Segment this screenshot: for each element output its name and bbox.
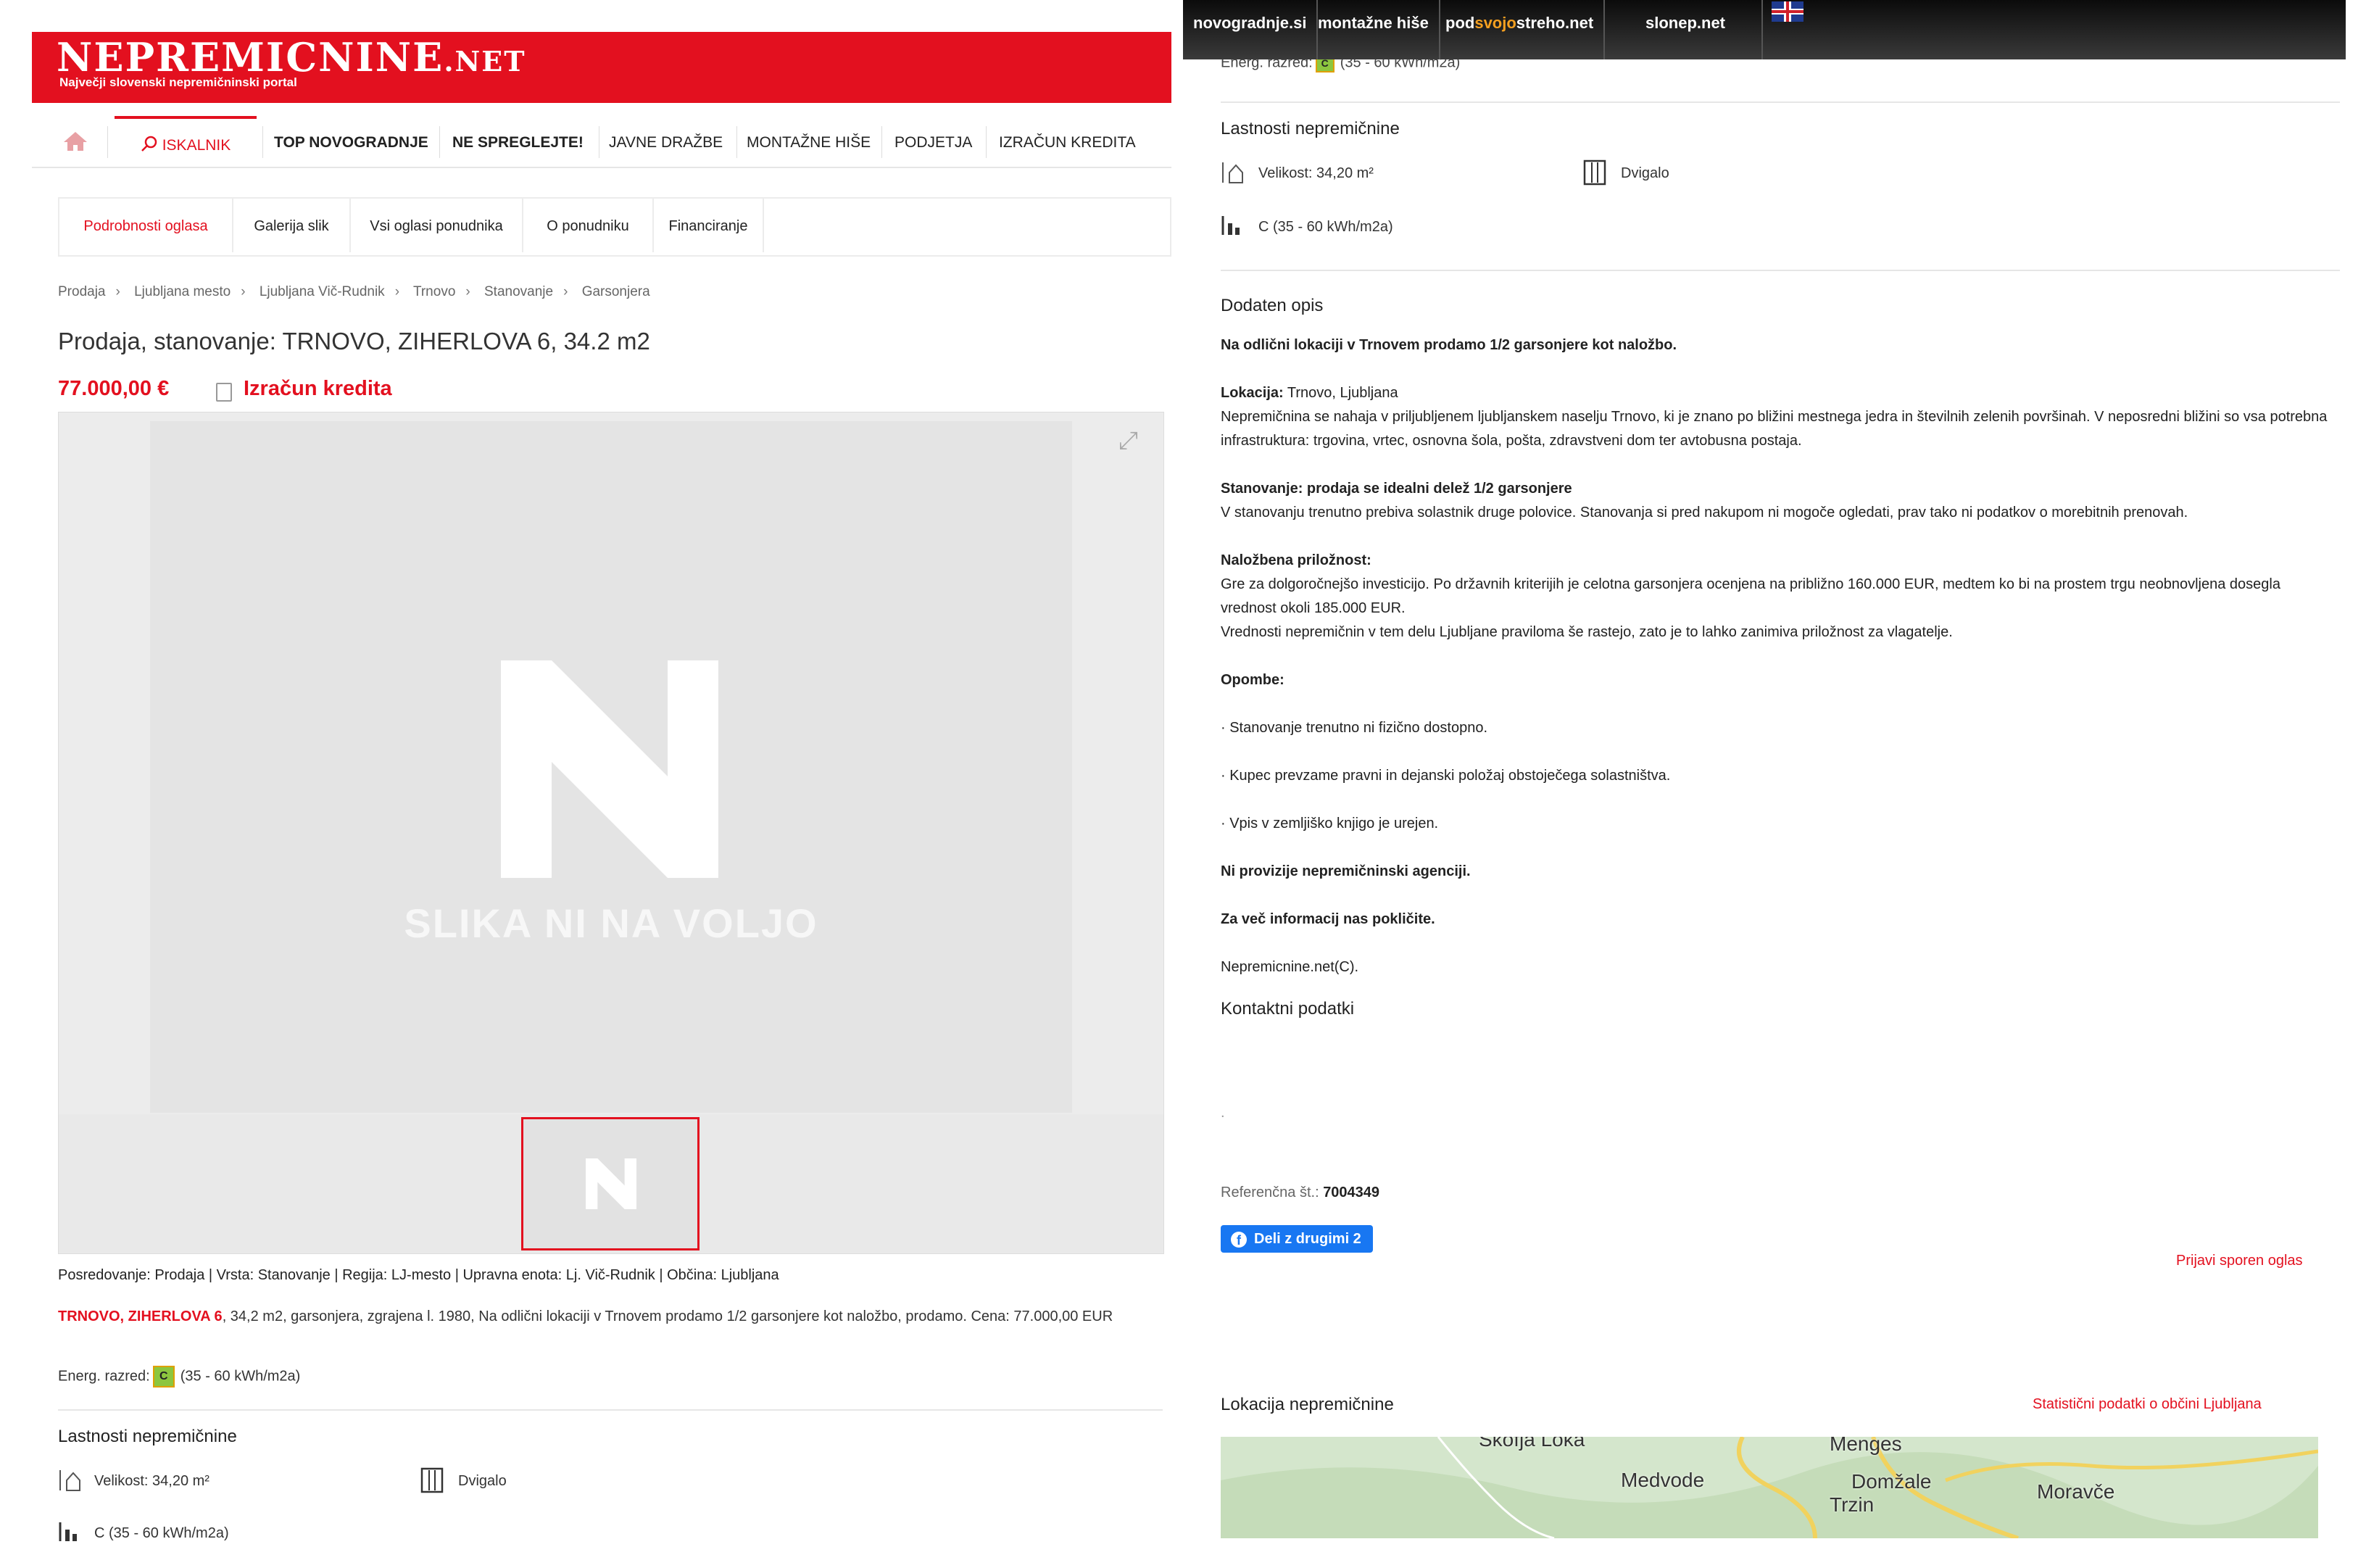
nav-izracun-kredita[interactable]: IZRAČUN KREDITA <box>999 116 1136 165</box>
nav-javne-drazbe[interactable]: JAVNE DRAŽBE <box>609 116 723 165</box>
tab-financiranje[interactable]: Financiranje <box>654 199 764 252</box>
elevator-icon <box>420 1467 444 1493</box>
page-title: Prodaja, stanovanje: TRNOVO, ZIHERLOVA 6… <box>58 328 650 354</box>
area-icon <box>59 1470 80 1491</box>
energy-badge: C <box>152 1366 175 1387</box>
listing-page-right: Energ. razred: C (35 - 60 kWh/m2a) novogra… <box>1183 0 2366 1568</box>
tab-podrobnosti-oglasa[interactable]: Podrobnosti oglasa <box>59 199 233 252</box>
section-title-contact: Kontaktni podatki <box>1221 999 1355 1019</box>
property-elevator: Dvigalo <box>458 1473 507 1489</box>
map-label: Škofja Loka <box>1479 1437 1585 1451</box>
uk-flag-icon[interactable] <box>1772 1 1803 22</box>
tab-vsi-oglasi-ponudnika[interactable]: Vsi oglasi ponudnika <box>351 199 523 252</box>
map-label: Menges <box>1830 1437 1902 1455</box>
area-icon <box>1222 162 1243 183</box>
gallery-thumbnail[interactable] <box>521 1117 700 1250</box>
listing-page-left: NEPREMICNINE.NET Največji slovenski nepr… <box>0 0 1183 1568</box>
nav-podjetja[interactable]: PODJETJA <box>894 116 972 165</box>
listing-summary: Posredovanje: Prodaja | Vrsta: Stanovanj… <box>58 1267 779 1283</box>
listing-price: 77.000,00 € <box>58 377 170 400</box>
photo-gallery: SLIKA NI NA VOLJO ⤢ <box>58 412 1164 1254</box>
breadcrumb-item[interactable]: Stanovanje <box>484 284 553 299</box>
nav-iskalnik[interactable]: ISKALNIK <box>115 116 257 168</box>
breadcrumb-item[interactable]: Trnovo <box>413 284 455 299</box>
link-montazne-hise[interactable]: montažne hiše <box>1308 0 1440 59</box>
section-title-location: Lokacija nepremičnine <box>1221 1395 1394 1414</box>
listing-address[interactable]: TRNOVO, ZIHERLOVA 6 <box>58 1308 223 1324</box>
placeholder-logo-icon <box>586 1158 636 1209</box>
facebook-share-button[interactable]: f Deli z drugimi 2 <box>1221 1225 1373 1253</box>
reference-number: Referenčna št.: 7004349 <box>1221 1185 1380 1200</box>
home-icon[interactable] <box>57 116 94 165</box>
energy-chart-icon <box>1221 216 1240 235</box>
site-tagline: Največji slovenski nepremičninski portal <box>59 75 297 89</box>
nav-ne-spreglejte[interactable]: NE SPREGLEJTE! <box>452 116 584 165</box>
loan-calculator-link[interactable]: Izračun kredita <box>244 377 392 401</box>
section-title-properties: Lastnosti nepremičnine <box>58 1427 237 1446</box>
divider <box>58 1409 1163 1411</box>
divider <box>1221 270 2340 271</box>
property-energy: C (35 - 60 kWh/m2a) <box>94 1525 229 1541</box>
main-photo[interactable]: SLIKA NI NA VOLJO <box>150 421 1072 1113</box>
section-title-properties: Lastnosti nepremičnine <box>1221 119 1400 138</box>
property-energy: C (35 - 60 kWh/m2a) <box>1258 219 1393 235</box>
map-label: Moravče <box>2037 1480 2115 1503</box>
map-label: Domžale <box>1851 1470 1932 1493</box>
link-slonep[interactable]: slonep.net <box>1621 0 1764 59</box>
elevator-icon <box>1583 159 1606 186</box>
report-listing-link[interactable]: Prijavi sporen oglas <box>2176 1253 2303 1269</box>
partner-links-bar: novogradnje.si montažne hiše podsvojostr… <box>1183 0 2346 59</box>
map-label: Trzin <box>1830 1493 1875 1516</box>
expand-icon[interactable]: ⤢ <box>1118 427 1138 455</box>
statistics-link[interactable]: Statistični podatki o občini Ljubljana <box>2033 1396 2262 1413</box>
additional-description: Na odlični lokaciji v Trnovem prodamo 1/… <box>1221 337 2328 975</box>
map-terrain <box>1221 1437 2318 1538</box>
link-novogradnje[interactable]: novogradnje.si <box>1183 0 1319 59</box>
nav-top-novogradnje[interactable]: TOP NOVOGRADNJE <box>274 116 428 165</box>
contact-placeholder: . <box>1221 1105 1225 1121</box>
property-size: Velikost: 34,20 m² <box>1258 165 1374 181</box>
link-podsvojostreho[interactable]: podsvojostreho.net <box>1435 0 1606 59</box>
breadcrumb-item[interactable]: Ljubljana Vič-Rudnik <box>260 284 385 299</box>
tab-galerija-slik[interactable]: Galerija slik <box>233 199 351 252</box>
location-map[interactable]: Škofja Loka Menges Medvode Domžale Trzin… <box>1221 1437 2318 1538</box>
section-title-additional: Dodaten opis <box>1221 296 1324 315</box>
site-header[interactable]: NEPREMICNINE.NET Največji slovenski nepr… <box>32 32 1171 103</box>
breadcrumb-item[interactable]: Ljubljana mesto <box>134 284 231 299</box>
energy-chart-icon <box>59 1522 77 1541</box>
map-label: Medvode <box>1621 1469 1705 1491</box>
nav-montazne-hise[interactable]: MONTAŽNE HIŠE <box>747 116 871 165</box>
breadcrumb: Prodaja › Ljubljana mesto › Ljubljana Vič-… <box>58 284 650 299</box>
search-icon <box>141 136 157 152</box>
no-image-text: SLIKA NI NA VOLJO <box>404 900 818 946</box>
main-navigation: ISKALNIK TOP NOVOGRADNJE NE SPREGLEJTE! … <box>32 116 1171 168</box>
breadcrumb-item[interactable]: Prodaja <box>58 284 106 299</box>
property-elevator: Dvigalo <box>1621 165 1669 181</box>
thumbnail-strip <box>59 1114 1163 1253</box>
calculator-icon[interactable] <box>216 383 232 402</box>
energy-class-row: Energ. razred: C (35 - 60 kWh/m2a) <box>58 1366 300 1387</box>
property-size: Velikost: 34,20 m² <box>94 1473 209 1489</box>
divider <box>1221 101 2340 103</box>
placeholder-logo-icon <box>501 660 718 878</box>
listing-short-description: TRNOVO, ZIHERLOVA 6, 34,2 m2, garsonjera… <box>58 1308 1113 1324</box>
breadcrumb-item[interactable]: Garsonjera <box>582 284 650 299</box>
tab-o-ponudniku[interactable]: O ponudniku <box>523 199 654 252</box>
facebook-icon: f <box>1231 1231 1247 1248</box>
listing-tabs: Podrobnosti oglasa Galerija slik Vsi ogl… <box>58 197 1171 257</box>
